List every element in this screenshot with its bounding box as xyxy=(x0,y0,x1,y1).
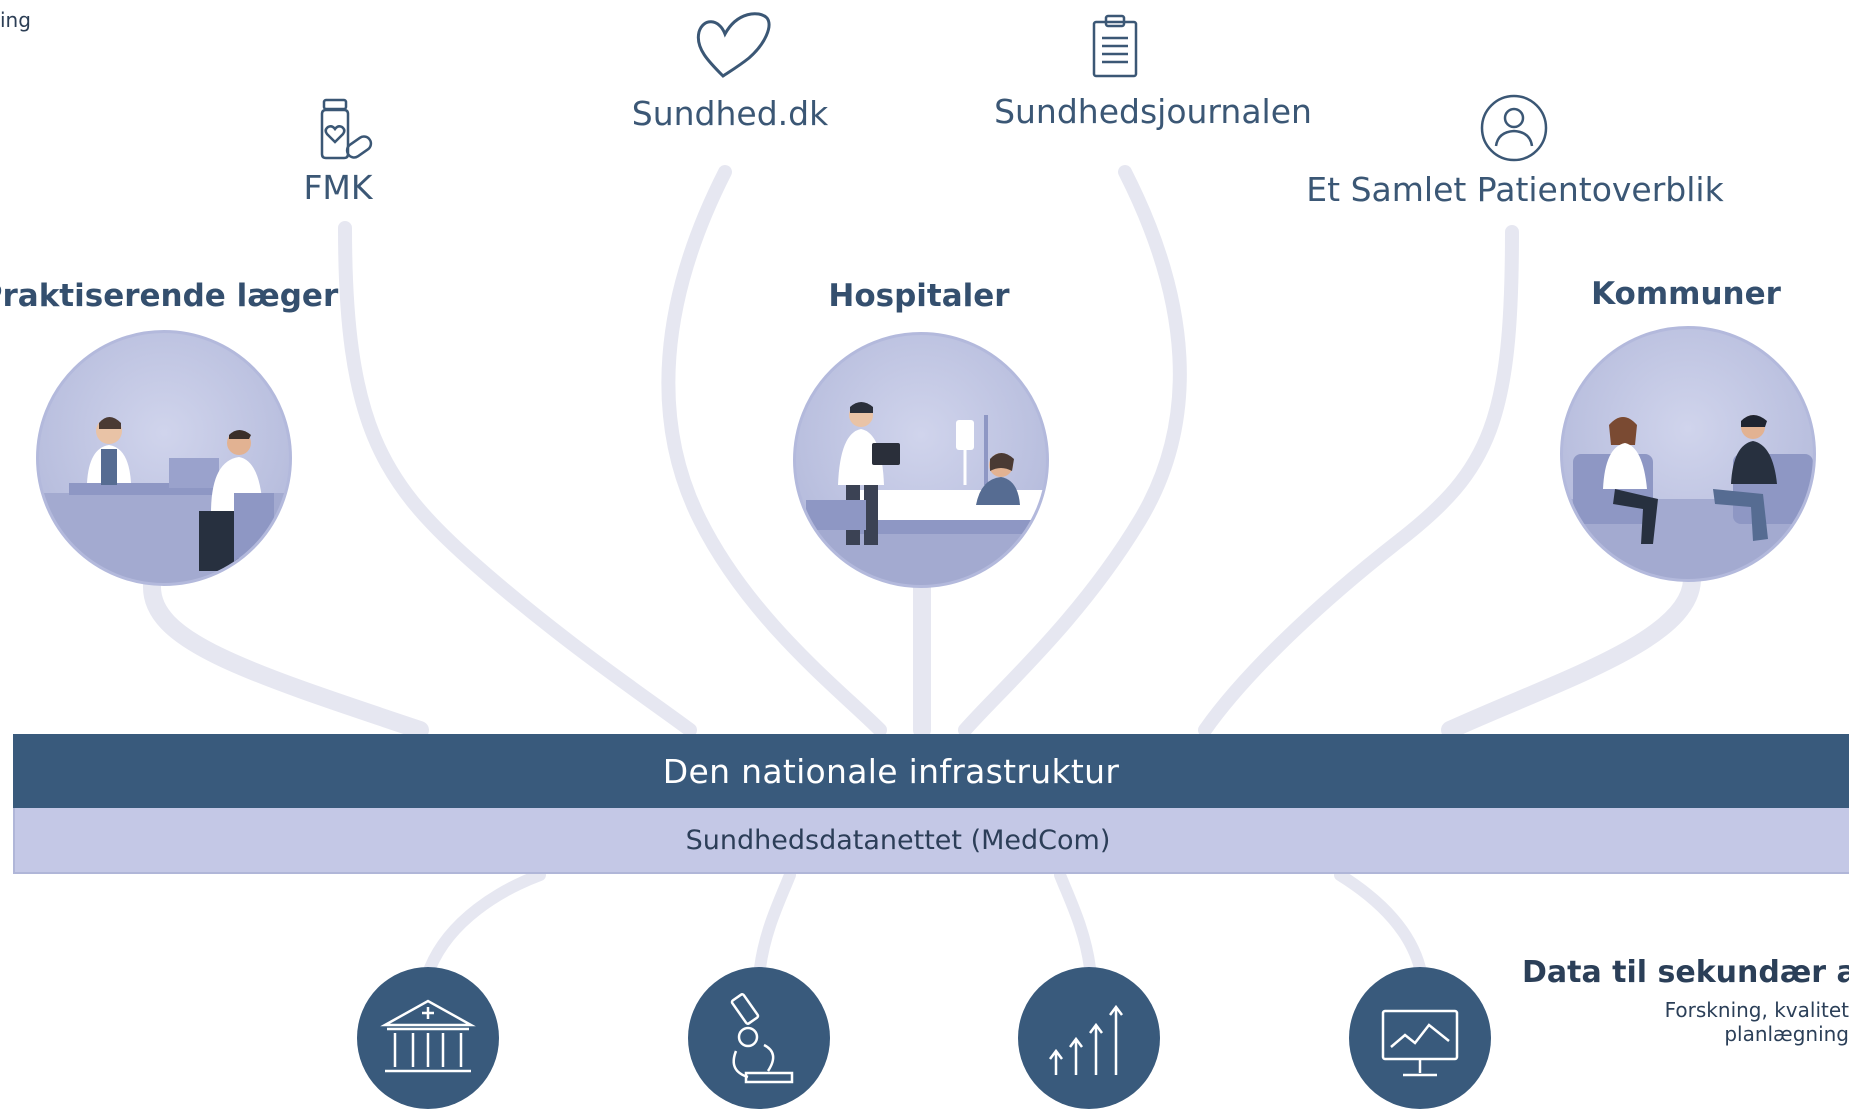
institution-icon xyxy=(357,967,499,1109)
municipal-conversation-illustration xyxy=(1560,326,1816,582)
group-label-praktiserende-laeger: Praktiserende læger xyxy=(0,278,339,314)
group-label-hospitaler: Hospitaler xyxy=(828,278,1010,314)
doctor-consultation-illustration xyxy=(36,330,292,586)
infrastructure-title: Den nationale infrastruktur xyxy=(662,751,1120,791)
medicine-bottle-icon xyxy=(312,96,378,166)
clipboard-icon xyxy=(1090,14,1140,78)
link-bottom-4 xyxy=(1334,869,1426,974)
link-bottom-2 xyxy=(754,869,796,974)
secondary-use-subtitle-1: Forskning, kvalitet xyxy=(1664,998,1849,1022)
link-kommuner xyxy=(1441,571,1701,739)
hospital-bed-illustration xyxy=(793,332,1049,588)
label-sundhed-dk: Sundhed.dk xyxy=(631,94,829,133)
link-laeger xyxy=(142,576,429,739)
microscope-icon xyxy=(688,967,830,1109)
secondary-use-title: Data til sekundær anve xyxy=(1522,955,1849,990)
link-bottom-3 xyxy=(1054,869,1096,974)
sundhedsdatanettet-bar: Sundhedsdatanettet (MedCom) xyxy=(13,808,1849,874)
label-fmk: FMK xyxy=(303,168,373,207)
label-samlet-patientoverblik: Et Samlet Patientoverblik xyxy=(1306,170,1724,209)
label-sundhedsjournalen: Sundhedsjournalen xyxy=(994,92,1312,131)
heart-icon xyxy=(693,10,775,80)
growth-arrows-icon xyxy=(1018,967,1160,1109)
secondary-use-subtitle-2: planlægning xyxy=(1724,1022,1849,1046)
national-infrastructure-bar: Den nationale infrastruktur xyxy=(13,734,1849,808)
link-fmk xyxy=(338,221,697,737)
monitor-chart-icon xyxy=(1349,967,1491,1109)
infrastructure-subtitle: Sundhedsdatanettet (MedCom) xyxy=(685,824,1111,856)
corner-text: ing xyxy=(0,8,31,32)
group-label-kommuner: Kommuner xyxy=(1591,276,1781,312)
person-icon xyxy=(1480,94,1548,162)
link-bottom-1 xyxy=(424,869,546,974)
link-overblik xyxy=(1198,225,1519,737)
